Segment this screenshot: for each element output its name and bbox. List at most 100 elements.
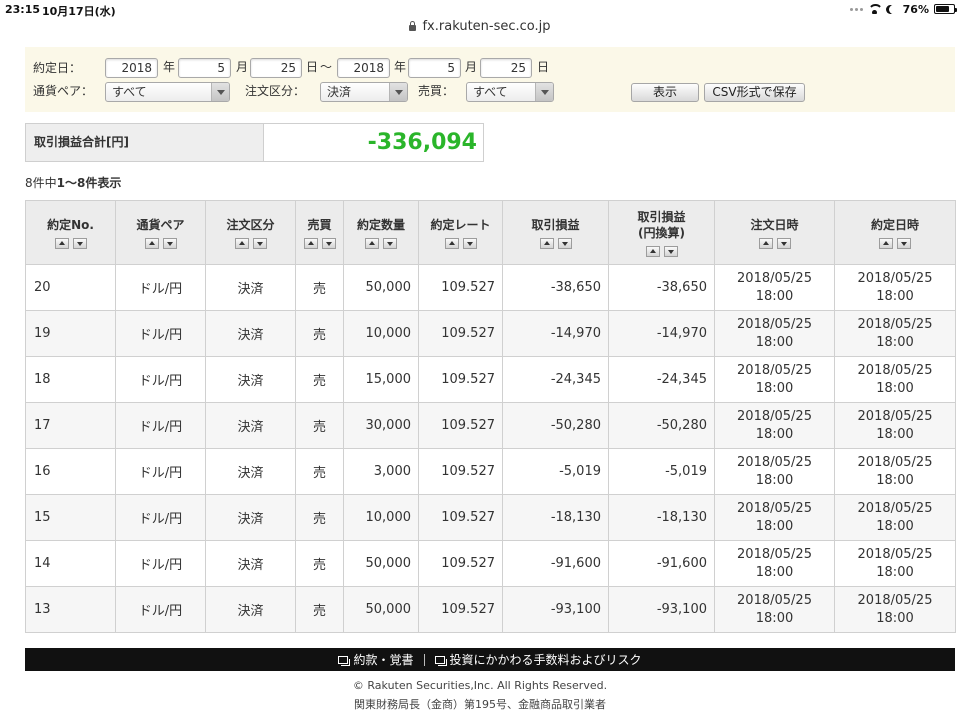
table-body: 20 ドル/円 決済売 50,000 109.527 -38,650 -38,650 2018… xyxy=(25,264,956,633)
execution-datetime-cell: 2018/05/25 18:00 xyxy=(834,402,956,449)
rate-cell: 109.527 xyxy=(418,586,503,633)
currency-pair-cell: ドル/円 xyxy=(115,586,206,633)
sort-up-icon[interactable] xyxy=(365,237,379,249)
column-header-label: 注文日時 xyxy=(750,217,799,232)
sort-down-icon[interactable] xyxy=(252,237,267,249)
column-header-execution-datetime: 約定日時 xyxy=(834,200,956,265)
quantity-cell: 50,000 xyxy=(343,586,419,633)
terms-link[interactable]: 約款・覚書 xyxy=(338,651,414,668)
sort-up-icon[interactable] xyxy=(758,237,773,249)
result-count: 8件中1〜8件表示 xyxy=(25,174,121,191)
sort-down-icon[interactable] xyxy=(321,237,336,249)
sort-down-icon[interactable] xyxy=(72,237,87,249)
to-year-input[interactable]: 2018 xyxy=(337,58,390,78)
sort-down-icon[interactable] xyxy=(462,237,477,249)
date-text: 2018/05/25 xyxy=(857,270,933,286)
status-indicators: 76% xyxy=(849,2,957,16)
column-header-sublabel: (円換算) xyxy=(638,225,685,240)
time-text: 18:00 xyxy=(876,288,914,304)
table-row: 20 ドル/円 決済売 50,000 109.527 -38,650 -38,650 2018… xyxy=(25,264,956,311)
date-text: 2018/05/25 xyxy=(857,316,933,332)
column-header-rate: 約定レート xyxy=(418,200,503,265)
currency-pair-cell: ドル/円 xyxy=(115,494,206,541)
pnl-summary-value: -336,094 xyxy=(367,130,477,155)
sort-up-icon[interactable] xyxy=(444,237,459,249)
date-text: 2018/05/25 xyxy=(857,362,933,378)
order-type-cell: 決済 xyxy=(205,264,296,311)
sort-up-icon[interactable] xyxy=(54,237,69,249)
quantity-cell: 30,000 xyxy=(343,402,419,449)
address-bar[interactable]: fx.rakuten-sec.co.jp xyxy=(0,17,960,35)
date-text: 2018/05/25 xyxy=(737,500,812,516)
rate-cell: 109.527 xyxy=(418,310,503,357)
column-header-label: 約定No. xyxy=(47,217,94,232)
side-select[interactable]: すべて xyxy=(466,82,554,102)
battery-icon xyxy=(934,4,957,14)
currency-pair-cell: ドル/円 xyxy=(115,264,206,311)
order-type-select[interactable]: 決済 xyxy=(320,82,408,102)
execution-datetime-cell: 2018/05/25 18:00 xyxy=(834,356,956,403)
sort-down-icon[interactable] xyxy=(663,245,678,257)
date-text: 2018/05/25 xyxy=(857,592,933,608)
order-number-cell: 20 xyxy=(25,264,116,311)
fees-risk-link-label: 投資にかかわる手数料およびリスク xyxy=(449,653,642,667)
order-datetime-cell: 2018/05/25 18:00 xyxy=(714,540,835,587)
sort-down-icon[interactable] xyxy=(557,237,572,249)
sort-up-icon[interactable] xyxy=(539,237,554,249)
currency-pair-label: 通貨ペア： xyxy=(33,84,94,98)
currency-pair-cell: ドル/円 xyxy=(115,402,206,449)
column-header-label: 通貨ペア xyxy=(136,217,185,232)
date-text: 2018/05/25 xyxy=(737,592,812,608)
quantity-cell: 50,000 xyxy=(343,540,419,587)
trade-history-table: 約定No. 通貨ペア 注文区分 売買 約定数量 約定レート 取引損益 取引損益 (円換算) 注文日… xyxy=(25,200,956,633)
csv-export-button[interactable]: CSV形式で保存 xyxy=(704,83,805,102)
quantity-cell: 15,000 xyxy=(343,356,419,403)
terms-link-label: 約款・覚書 xyxy=(353,653,414,667)
rate-cell: 109.527 xyxy=(418,494,503,541)
sort-up-icon[interactable] xyxy=(645,245,660,257)
order-number-cell: 15 xyxy=(25,494,116,541)
sort-controls xyxy=(715,237,834,249)
sort-down-icon[interactable] xyxy=(776,237,791,249)
rate-cell: 109.527 xyxy=(418,356,503,403)
sort-up-icon[interactable] xyxy=(234,237,249,249)
date-text: 2018/05/25 xyxy=(737,362,812,378)
from-month-input[interactable]: 5 xyxy=(178,58,231,78)
order-number-cell: 16 xyxy=(25,448,116,495)
sort-up-icon[interactable] xyxy=(879,237,893,249)
time-text: 18:00 xyxy=(755,288,794,304)
time-text: 18:00 xyxy=(755,426,794,442)
copyright: © Rakuten Securities,Inc. All Rights Res… xyxy=(352,679,608,692)
to-day-input[interactable]: 25 xyxy=(480,58,532,78)
date-text: 2018/05/25 xyxy=(737,270,812,286)
quantity-cell: 10,000 xyxy=(343,310,419,357)
currency-pair-select[interactable]: すべて xyxy=(105,82,230,102)
sort-up-icon[interactable] xyxy=(144,237,159,249)
pnl-jpy-cell: -5,019 xyxy=(608,448,715,495)
currency-pair-cell: ドル/円 xyxy=(115,310,206,357)
battery-percent: 76% xyxy=(902,2,929,16)
pnl-jpy-cell: -18,130 xyxy=(608,494,715,541)
from-day-input[interactable]: 25 xyxy=(250,58,302,78)
side-cell: 売 xyxy=(295,586,344,633)
sort-down-icon[interactable] xyxy=(162,237,177,249)
sort-down-icon[interactable] xyxy=(897,237,911,249)
status-time: 23:15 xyxy=(5,3,41,16)
fees-risk-link[interactable]: 投資にかかわる手数料およびリスク xyxy=(434,651,642,668)
order-datetime-cell: 2018/05/25 18:00 xyxy=(714,402,835,449)
sort-down-icon[interactable] xyxy=(383,237,397,249)
result-range: 1〜8件表示 xyxy=(56,176,122,190)
quantity-cell: 3,000 xyxy=(343,448,419,495)
sort-controls xyxy=(206,237,295,249)
footer-separator xyxy=(423,653,425,666)
show-button[interactable]: 表示 xyxy=(631,83,699,102)
day-unit: 日 xyxy=(306,60,319,74)
document-icon xyxy=(434,655,447,666)
currency-pair-cell: ドル/円 xyxy=(115,540,206,587)
from-year-input[interactable]: 2018 xyxy=(105,58,158,78)
order-number-cell: 17 xyxy=(25,402,116,449)
to-month-input[interactable]: 5 xyxy=(408,58,461,78)
sort-up-icon[interactable] xyxy=(303,237,318,249)
column-header-label: 約定数量 xyxy=(356,217,405,232)
time-text: 18:00 xyxy=(876,610,914,626)
